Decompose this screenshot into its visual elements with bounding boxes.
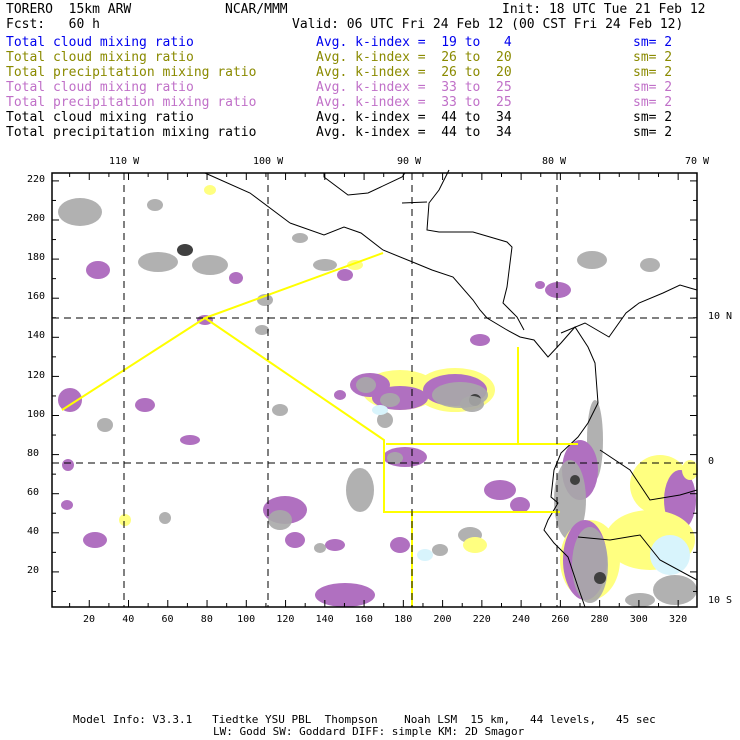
field-gray-area: [138, 252, 178, 272]
field-gray-area: [97, 418, 113, 432]
longitude-label: 70 W: [685, 156, 710, 167]
field-gray-area: [460, 396, 484, 412]
field-gray-area: [313, 259, 337, 271]
x-tick-label: 300: [629, 614, 648, 625]
field-purple-area: [325, 539, 345, 551]
y-tick-label: 220: [27, 174, 46, 185]
coastline: [401, 201, 428, 204]
field-light_blue-area: [417, 549, 433, 561]
y-tick-label: 80: [27, 447, 40, 459]
field-gray-area: [314, 543, 326, 553]
longitude-label: 90 W: [397, 156, 422, 167]
field-gray-area: [58, 198, 102, 226]
field-purple-area: [510, 497, 530, 513]
y-tick-label: 60: [27, 486, 40, 498]
field-purple-area: [285, 532, 305, 548]
x-tick-label: 40: [122, 614, 135, 625]
field-gray-area: [356, 377, 376, 393]
field-gray-area: [192, 255, 228, 275]
latitude-label: 10 N: [708, 311, 733, 322]
y-tick-label: 140: [27, 330, 46, 342]
x-tick-label: 120: [276, 614, 295, 625]
x-tick-label: 220: [472, 614, 491, 625]
x-tick-label: 200: [433, 614, 452, 625]
x-tick-label: 20: [83, 614, 96, 625]
field-purple-area: [62, 459, 74, 471]
y-tick-label: 120: [27, 369, 46, 381]
region-boundary: [204, 252, 384, 319]
longitude-label: 110 W: [109, 156, 140, 167]
y-tick-label: 180: [27, 252, 46, 264]
field-gray-area: [255, 325, 269, 335]
field-yellow-area: [119, 514, 131, 526]
field-purple-area: [86, 261, 110, 279]
field-gray-area: [653, 575, 697, 605]
weather-map-figure: TORERO 15km ARW NCAR/MMM Init: 18 UTC Tu…: [0, 0, 740, 740]
field-gray-area: [346, 468, 374, 512]
field-purple-area: [61, 500, 73, 510]
map-plot: [51, 169, 698, 608]
field-gray-area: [159, 512, 171, 524]
x-tick-label: 140: [315, 614, 334, 625]
longitude-label: 100 W: [253, 156, 284, 167]
field-purple-area: [535, 281, 545, 289]
field-yellow-area: [204, 185, 216, 195]
field-purple-area: [470, 334, 490, 346]
latitude-label: 10 S: [708, 595, 733, 606]
x-tick-label: 180: [394, 614, 413, 625]
coastline: [560, 284, 698, 338]
field-gray-area: [387, 452, 403, 464]
x-tick-label: 160: [354, 614, 373, 625]
field-purple-area: [135, 398, 155, 412]
y-tick-label: 200: [27, 213, 46, 225]
field-light_blue-area: [372, 405, 388, 415]
y-tick-label: 20: [27, 565, 40, 576]
field-purple-area: [545, 282, 571, 298]
region-boundary: [61, 316, 560, 513]
field-gray-area: [577, 251, 607, 269]
field-purple-area: [229, 272, 243, 284]
field-dark-area: [177, 244, 193, 256]
y-tick-label: 100: [27, 408, 46, 420]
field-purple-area: [334, 390, 346, 400]
field-gray-area: [292, 233, 308, 243]
field-purple-area: [315, 583, 375, 607]
x-tick-label: 260: [551, 614, 570, 625]
field-gray-area: [268, 510, 292, 530]
field-gray-area: [625, 593, 655, 607]
field-yellow-area: [463, 537, 487, 553]
field-gray-area: [147, 199, 163, 211]
y-tick-label: 160: [27, 291, 46, 303]
x-tick-label: 320: [669, 614, 688, 625]
field-purple-area: [390, 537, 410, 553]
latitude-label: 0: [708, 456, 715, 467]
coastline: [426, 169, 525, 331]
x-tick-label: 240: [511, 614, 531, 625]
field-gray-area: [640, 258, 660, 272]
x-tick-label: 60: [161, 614, 174, 625]
field-purple-area: [83, 532, 107, 548]
field-purple-area: [337, 269, 353, 281]
longitude-label: 80 W: [542, 156, 567, 167]
field-purple-area: [484, 480, 516, 500]
field-gray-area: [380, 393, 400, 407]
x-tick-label: 100: [237, 614, 256, 625]
x-tick-label: 280: [590, 614, 609, 625]
coastline: [204, 172, 291, 224]
field-gray-area: [432, 544, 448, 556]
model-info-line2: LW: Godd SW: Goddard DIFF: simple KM: 2D…: [213, 725, 525, 738]
field-dark-area: [570, 475, 580, 485]
y-tick-label: 40: [27, 525, 40, 537]
x-tick-label: 80: [200, 614, 213, 625]
field-purple-area: [180, 435, 200, 445]
field-dark-area: [594, 572, 606, 584]
field-gray-area: [272, 404, 288, 416]
